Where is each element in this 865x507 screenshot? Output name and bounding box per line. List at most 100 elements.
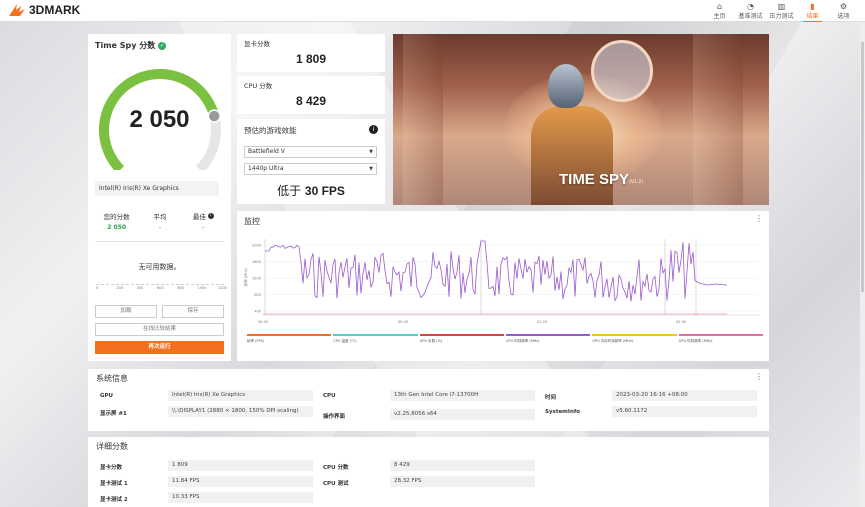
legend-label: CPU 温度 (°C) (333, 339, 357, 343)
axis-line (96, 284, 224, 285)
distribution-axis: 0 200 400 600 800 1000 1200 (96, 284, 227, 292)
logo-text: 3DMARK (29, 3, 81, 17)
game-select[interactable]: Battlefield V ▼ (244, 146, 377, 158)
compare-online-button[interactable]: 在线比较结果 (95, 323, 224, 336)
top-bar: 3DMARK ⌂ 主页 ◔ 基准测试 ▥ 压力测试 ▮ 结果 ⚙ 选项 (0, 0, 865, 22)
scrollbar[interactable] (860, 22, 865, 507)
monitor-legend: 帧率 (FPS) CPU 温度 (°C) GPU 负载 (%) CPU 时钟频率 (M… (247, 334, 763, 344)
nav-label: 压力测试 (769, 13, 794, 20)
results-icon: ▮ (810, 2, 815, 11)
score-title-text: Time Spy 分数 (95, 41, 156, 50)
hero-magnifier (591, 40, 653, 102)
load-button[interactable]: 加载 (95, 305, 157, 318)
app-logo: 3DMARK (8, 3, 80, 17)
flame-logo-icon (9, 4, 25, 16)
legend-label: GPU 内存时钟频率 (MHz) (592, 339, 634, 343)
gpu-score-label: 显卡分数 (244, 40, 270, 48)
x-tick-label: 01:20 (537, 320, 547, 324)
x-tick-label: 00:40 (398, 320, 408, 324)
legend-swatch (419, 334, 504, 336)
gauge-icon: ◔ (747, 2, 754, 11)
legend-item[interactable]: GPU 时钟频率 (MHz) (678, 334, 763, 344)
monitor-chart: 2000 1600 1200 800 400 频率 (MHz) 00:00 00:40 01:2… (243, 239, 759, 324)
time-value: 2023-03-20 16:16 +08:00 (612, 390, 757, 401)
nav-item-1[interactable]: ◔ 基准测试 (735, 0, 766, 22)
score-value: 2 050 (129, 106, 190, 133)
home-icon: ⌂ (716, 2, 723, 11)
info-icon[interactable]: i (369, 125, 378, 134)
nav-label: 基准测试 (738, 13, 763, 20)
time-label: 时间 (545, 395, 557, 401)
axis-tick-label: 800 (177, 286, 185, 290)
scrollbar-thumb[interactable] (861, 42, 864, 292)
cpu-test-value: 28.32 FPS (390, 476, 535, 487)
x-tick-label: 02:00 (676, 320, 686, 324)
best-value: - (202, 224, 205, 231)
cpu-clock-series (265, 240, 728, 302)
average-value: - (158, 224, 162, 231)
legend-label: GPU 时钟频率 (MHz) (678, 339, 713, 343)
system-info-card: 系统信息 ⋮ GPU Intel(R) Iris(R) Xe Graphics … (88, 369, 769, 431)
legend-item[interactable]: 帧率 (FPS) (247, 334, 332, 344)
gpu-test1-label: 显卡测试 1 (100, 481, 128, 487)
nav-item-4[interactable]: ⚙ 选项 (828, 0, 859, 22)
cpu-score-value: 8 429 (295, 94, 327, 108)
your-score-value: 2 050 (107, 224, 127, 231)
no-data-text: 无可用数据。 (138, 263, 181, 271)
divider (95, 241, 225, 242)
benchmark-hero-image: TIME SPY (V1.2) (393, 34, 769, 205)
y-tick-label: 800 (254, 293, 261, 297)
hero-character (531, 106, 613, 205)
average-stat: 平均 - (138, 211, 181, 231)
gpu-test2-value: 10.33 FPS (168, 492, 313, 503)
best-stat: 最佳 i - (182, 211, 225, 231)
nav-label: 结果 (806, 13, 819, 20)
average-label: 平均 (153, 213, 167, 221)
legend-swatch (247, 334, 332, 336)
info-icon[interactable]: i (207, 213, 214, 219)
display-value: \\.\DISPLAY1 (2880 × 1800, 150% DPI scal… (168, 406, 313, 417)
y-tick-label: 400 (254, 310, 261, 314)
sysinfo-title: 系统信息 (96, 374, 128, 383)
gpu-score-label: 显卡分数 (100, 465, 123, 471)
x-tick-label: 00:00 (258, 320, 268, 324)
axis-tick-label: 0 (96, 286, 99, 290)
gpu-test1-value: 11.84 FPS (168, 476, 313, 487)
cpu-score-label: CPU 分数 (244, 82, 273, 90)
legend-swatch (678, 334, 763, 336)
run-again-button[interactable]: 再次运行 (95, 341, 224, 354)
score-title: Time Spy 分数 ✓ (95, 40, 167, 51)
os-label: 操作界面 (323, 414, 346, 420)
cpu-test-label: CPU 测试 (323, 481, 349, 487)
nav-label: 主页 (713, 13, 726, 20)
fps-value: 30 FPS (304, 184, 345, 198)
display-label: 显示屏 #1 (100, 411, 127, 417)
y-axis-label: 频率 (MHz) (243, 267, 248, 286)
legend-item[interactable]: CPU 温度 (°C) (333, 334, 418, 344)
stress-icon: ▥ (777, 2, 786, 11)
more-options-icon[interactable]: ⋮ (755, 373, 763, 381)
y-tick-label: 1200 (252, 277, 261, 281)
gpu-label: GPU (100, 393, 114, 399)
resolution-select[interactable]: 1440p Ultra ▼ (244, 163, 377, 175)
estimated-fps: 低于 30 FPS (237, 182, 385, 199)
cpu-score-label: CPU 分数 (323, 465, 349, 471)
axis-tick-label: 400 (136, 286, 144, 290)
legend-swatch (592, 334, 677, 336)
nav-label: 选项 (837, 13, 850, 20)
legend-item[interactable]: GPU 负载 (%) (419, 334, 504, 344)
score-stats: 您的分数 2 050 平均 - 最佳 i - (95, 211, 225, 231)
nav-item-2[interactable]: ▥ 压力测试 (766, 0, 797, 22)
axis-tick-label: 200 (116, 286, 124, 290)
axis-tick-label: 1200 (218, 286, 227, 290)
legend-item[interactable]: GPU 内存时钟频率 (MHz) (592, 334, 677, 344)
y-tick-label: 2000 (252, 244, 261, 248)
gpu-score-value: 1 809 (168, 460, 313, 471)
nav-item-0[interactable]: ⌂ 主页 (704, 0, 735, 22)
score-card: Time Spy 分数 ✓ 2 050 Intel(R) Iris(R) Xe … (88, 34, 231, 361)
chevron-down-icon: ▼ (369, 149, 373, 155)
gpu-score-value: 1 809 (295, 52, 327, 66)
save-button[interactable]: 保存 (162, 305, 224, 318)
nav-item-3[interactable]: ▮ 结果 (797, 0, 828, 22)
legend-item[interactable]: CPU 时钟频率 (MHz) (505, 334, 591, 344)
